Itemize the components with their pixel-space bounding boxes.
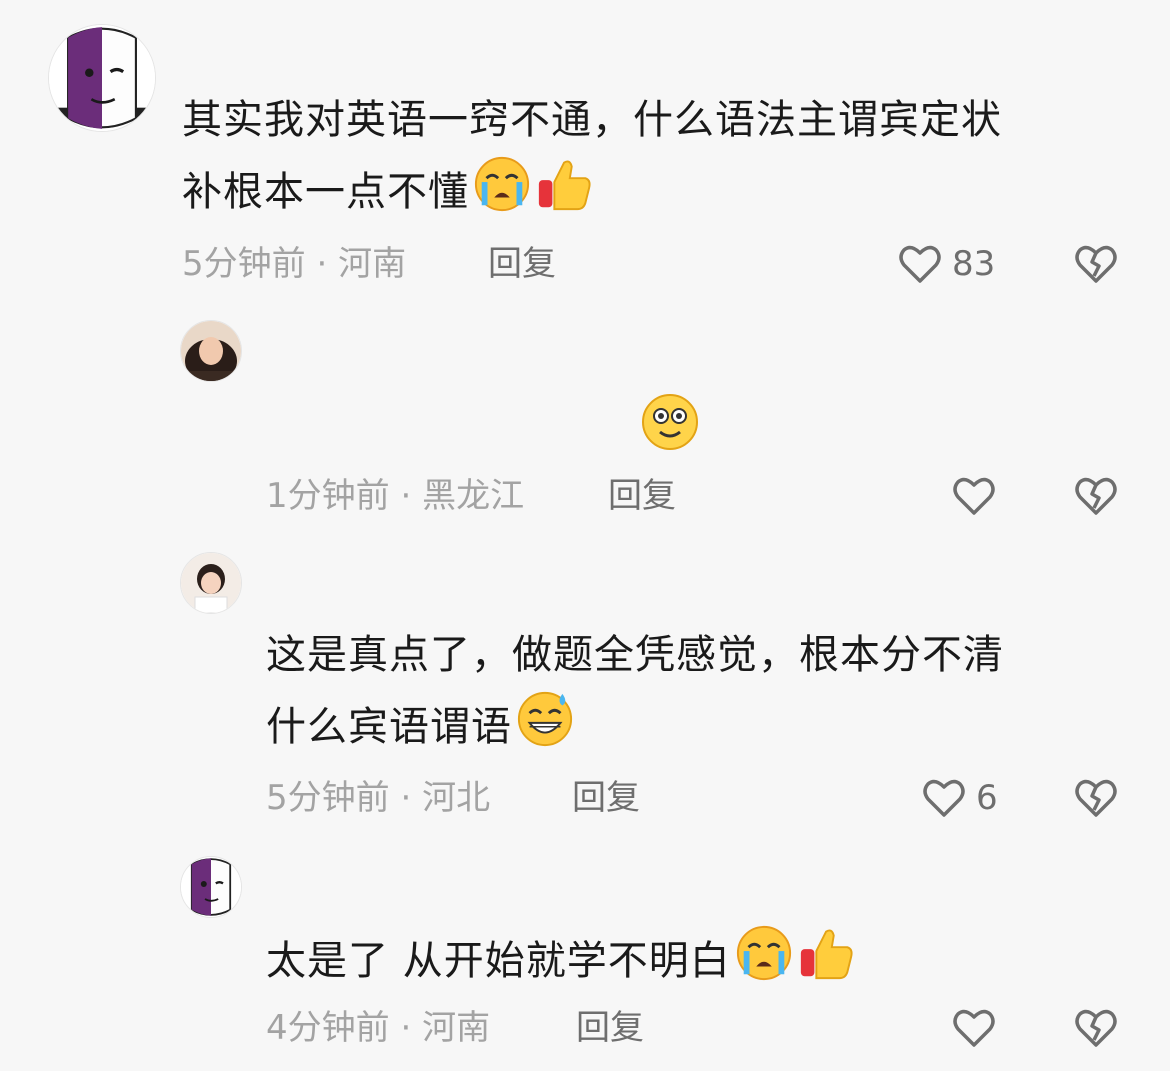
comment-time: 4分钟前 — [266, 1008, 390, 1048]
reply-button[interactable]: 回复 — [608, 474, 676, 518]
avatar-half-face-image — [181, 857, 241, 917]
comment-text-line: 其实我对英语一窍不通，什么语法主谓宾定状 — [182, 97, 1002, 143]
comment-meta: 5分钟前 · 河南 — [182, 242, 406, 286]
reply-button[interactable]: 回复 — [572, 776, 640, 820]
avatar-photo-image — [181, 553, 241, 613]
comment-time: 5分钟前 — [182, 244, 306, 284]
avatar[interactable] — [180, 552, 242, 614]
smiling-face-icon — [640, 392, 700, 452]
comment-meta: 1分钟前 · 黑龙江 — [266, 474, 524, 518]
loudly-crying-face-icon — [735, 924, 793, 982]
dislike-button[interactable] — [1072, 774, 1120, 822]
heart-outline-icon — [923, 779, 965, 817]
comment-text-line: 这是真点了，做题全凭感觉，根本分不清 — [266, 632, 1004, 678]
comment-item: 太是了 从开始就学不明白 4分钟前 · 河南 回复 — [0, 840, 1170, 1071]
avatar[interactable] — [180, 320, 242, 382]
broken-heart-icon — [1075, 245, 1117, 283]
heart-outline-icon — [953, 1009, 995, 1047]
broken-heart-icon — [1075, 477, 1117, 515]
comment-text-line: 太是了 从开始就学不明白 — [266, 938, 731, 984]
comment-text: 其实我对英语一窍不通，什么语法主谓宾定状 补根本一点不懂 — [182, 85, 1132, 227]
like-count: 6 — [976, 778, 998, 818]
comment-text-line: 什么宾语谓语 — [266, 704, 512, 750]
dislike-button[interactable] — [1072, 472, 1120, 520]
comment-meta: 4分钟前 · 河南 — [266, 1006, 490, 1050]
meta-separator: · — [389, 476, 423, 516]
broken-heart-icon — [1075, 1009, 1117, 1047]
like-button[interactable] — [950, 1004, 998, 1052]
comment-time: 5分钟前 — [266, 778, 390, 818]
comment-location: 河南 — [338, 244, 407, 284]
comment-item: 其实我对英语一窍不通，什么语法主谓宾定状 补根本一点不懂 5分钟前 · 河南 回… — [0, 0, 1170, 300]
grinning-face-with-sweat-icon — [516, 690, 574, 748]
comment-location: 河北 — [422, 778, 491, 818]
loudly-crying-face-icon — [473, 155, 531, 213]
meta-separator: · — [389, 1008, 423, 1048]
meta-separator: · — [305, 244, 339, 284]
avatar[interactable] — [48, 24, 156, 132]
avatar-photo-image — [181, 321, 241, 381]
like-button[interactable]: 6 — [920, 774, 998, 822]
like-count: 83 — [952, 244, 996, 284]
dislike-button[interactable] — [1072, 240, 1120, 288]
reply-button[interactable]: 回复 — [488, 242, 556, 286]
comment-time: 1分钟前 — [266, 476, 390, 516]
comment-text: 太是了 从开始就学不明白 — [266, 924, 1146, 996]
dislike-button[interactable] — [1072, 1004, 1120, 1052]
comment-meta: 5分钟前 · 河北 — [266, 776, 490, 820]
comment-text: 这是真点了，做题全凭感觉，根本分不清 什么宾语谓语 — [266, 620, 1146, 762]
thumbs-up-icon — [535, 155, 593, 213]
heart-outline-icon — [899, 245, 941, 283]
heart-outline-icon — [953, 477, 995, 515]
comment-location: 黑龙江 — [422, 476, 525, 516]
comment-location: 河南 — [422, 1008, 491, 1048]
broken-heart-icon — [1075, 779, 1117, 817]
meta-separator: · — [389, 778, 423, 818]
like-button[interactable] — [950, 472, 998, 520]
avatar-half-face-image — [49, 25, 155, 131]
comment-text-line: 补根本一点不懂 — [182, 169, 469, 215]
like-button[interactable]: 83 — [896, 240, 995, 288]
comment-item: 1分钟前 · 黑龙江 回复 — [0, 300, 1170, 540]
avatar[interactable] — [180, 856, 242, 918]
thumbs-up-icon — [797, 924, 855, 982]
comment-item: 这是真点了，做题全凭感觉，根本分不清 什么宾语谓语 5分钟前 · 河北 回复 6 — [0, 540, 1170, 840]
reply-button[interactable]: 回复 — [576, 1006, 644, 1050]
